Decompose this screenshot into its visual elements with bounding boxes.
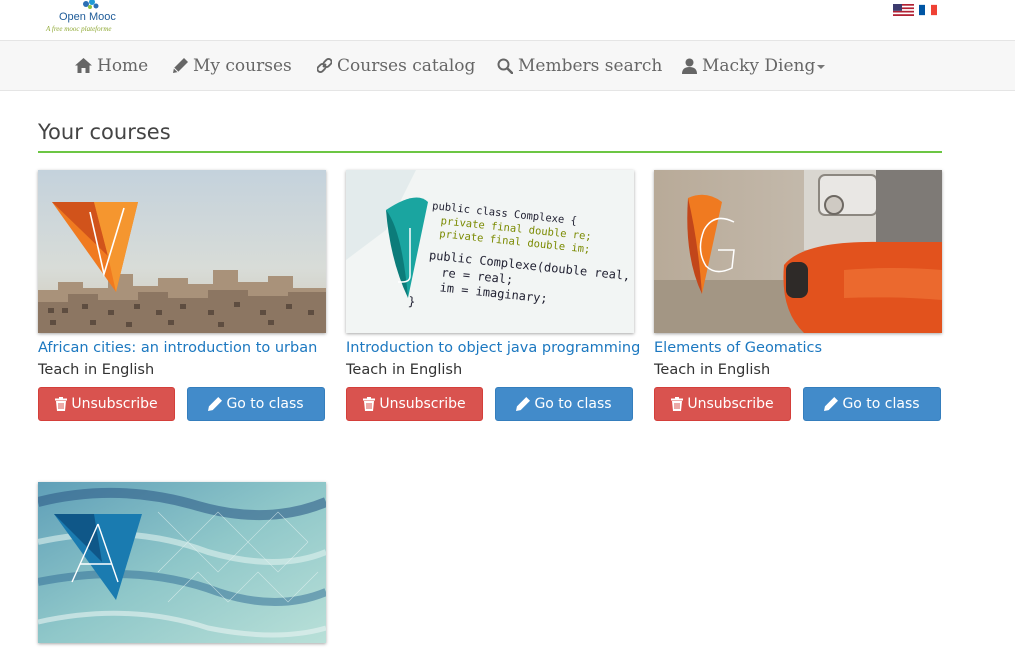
code-image: public class Complexe { private final do…: [346, 170, 634, 333]
nav-my-courses-label: My courses: [193, 55, 292, 76]
code-line: }: [407, 294, 416, 309]
site-logo[interactable]: Open Mooc A free mooc plateforme: [46, 0, 136, 38]
go-to-class-button[interactable]: Go to class: [495, 387, 633, 421]
french-flag-icon[interactable]: [919, 4, 937, 16]
course-thumbnail[interactable]: public class Complexe { private final do…: [346, 170, 634, 333]
pencil-icon: [516, 397, 531, 411]
unsubscribe-label: Unsubscribe: [687, 396, 774, 412]
course-thumbnail[interactable]: [38, 482, 326, 643]
course-language: Teach in English: [38, 362, 155, 378]
trash-icon: [55, 397, 68, 411]
wave-image: [38, 482, 326, 643]
nav-members-search[interactable]: Members search: [497, 41, 662, 90]
go-to-class-button[interactable]: Go to class: [803, 387, 941, 421]
trash-icon: [671, 397, 684, 411]
unsubscribe-button[interactable]: Unsubscribe: [654, 387, 791, 421]
go-to-class-label: Go to class: [534, 396, 612, 412]
logo-mark-icon: [83, 0, 99, 9]
course-language: Teach in English: [346, 362, 463, 378]
nav-members-search-label: Members search: [518, 55, 663, 76]
course-title-link[interactable]: Introduction to object java programming: [346, 340, 640, 356]
go-to-class-button[interactable]: Go to class: [187, 387, 325, 421]
nav-home-label: Home: [97, 55, 149, 76]
logo-name: Open Mooc: [59, 11, 116, 23]
unsubscribe-button[interactable]: Unsubscribe: [38, 387, 175, 421]
go-to-class-label: Go to class: [226, 396, 304, 412]
survey-instrument-image: [654, 170, 942, 333]
english-flag-icon[interactable]: [893, 4, 914, 16]
trash-icon: [363, 397, 376, 411]
home-icon: [75, 58, 92, 73]
nav-courses-catalog-label: Courses catalog: [337, 55, 476, 76]
pencil-icon: [208, 397, 223, 411]
course-title-link[interactable]: Elements of Geomatics: [654, 340, 822, 356]
city-image: [38, 170, 326, 333]
section-divider: [38, 151, 942, 153]
user-icon: [682, 58, 697, 74]
pencil-icon: [824, 397, 839, 411]
course-language: Teach in English: [654, 362, 771, 378]
search-icon: [497, 58, 513, 74]
nav-home[interactable]: Home: [75, 41, 148, 90]
pencil-icon: [173, 58, 188, 73]
logo-tagline: A free mooc plateforme: [46, 25, 112, 33]
course-thumbnail[interactable]: [654, 170, 942, 333]
language-switcher: [893, 4, 937, 16]
nav-courses-catalog[interactable]: Courses catalog: [317, 41, 475, 90]
course-thumbnail[interactable]: [38, 170, 326, 333]
unsubscribe-label: Unsubscribe: [379, 396, 466, 412]
page-title: Your courses: [38, 120, 171, 144]
main-navbar: Home My courses Courses catalog Members …: [0, 40, 1015, 91]
course-title-link[interactable]: African cities: an introduction to urban: [38, 340, 317, 356]
unsubscribe-button[interactable]: Unsubscribe: [346, 387, 483, 421]
go-to-class-label: Go to class: [842, 396, 920, 412]
link-icon: [317, 58, 332, 73]
unsubscribe-label: Unsubscribe: [71, 396, 158, 412]
chevron-down-icon: [817, 65, 826, 69]
nav-user-name: Macky Dieng: [702, 55, 816, 76]
nav-my-courses[interactable]: My courses: [173, 41, 292, 90]
top-bar: Open Mooc A free mooc plateforme: [0, 0, 1015, 40]
nav-user-menu[interactable]: Macky Dieng: [682, 41, 826, 90]
